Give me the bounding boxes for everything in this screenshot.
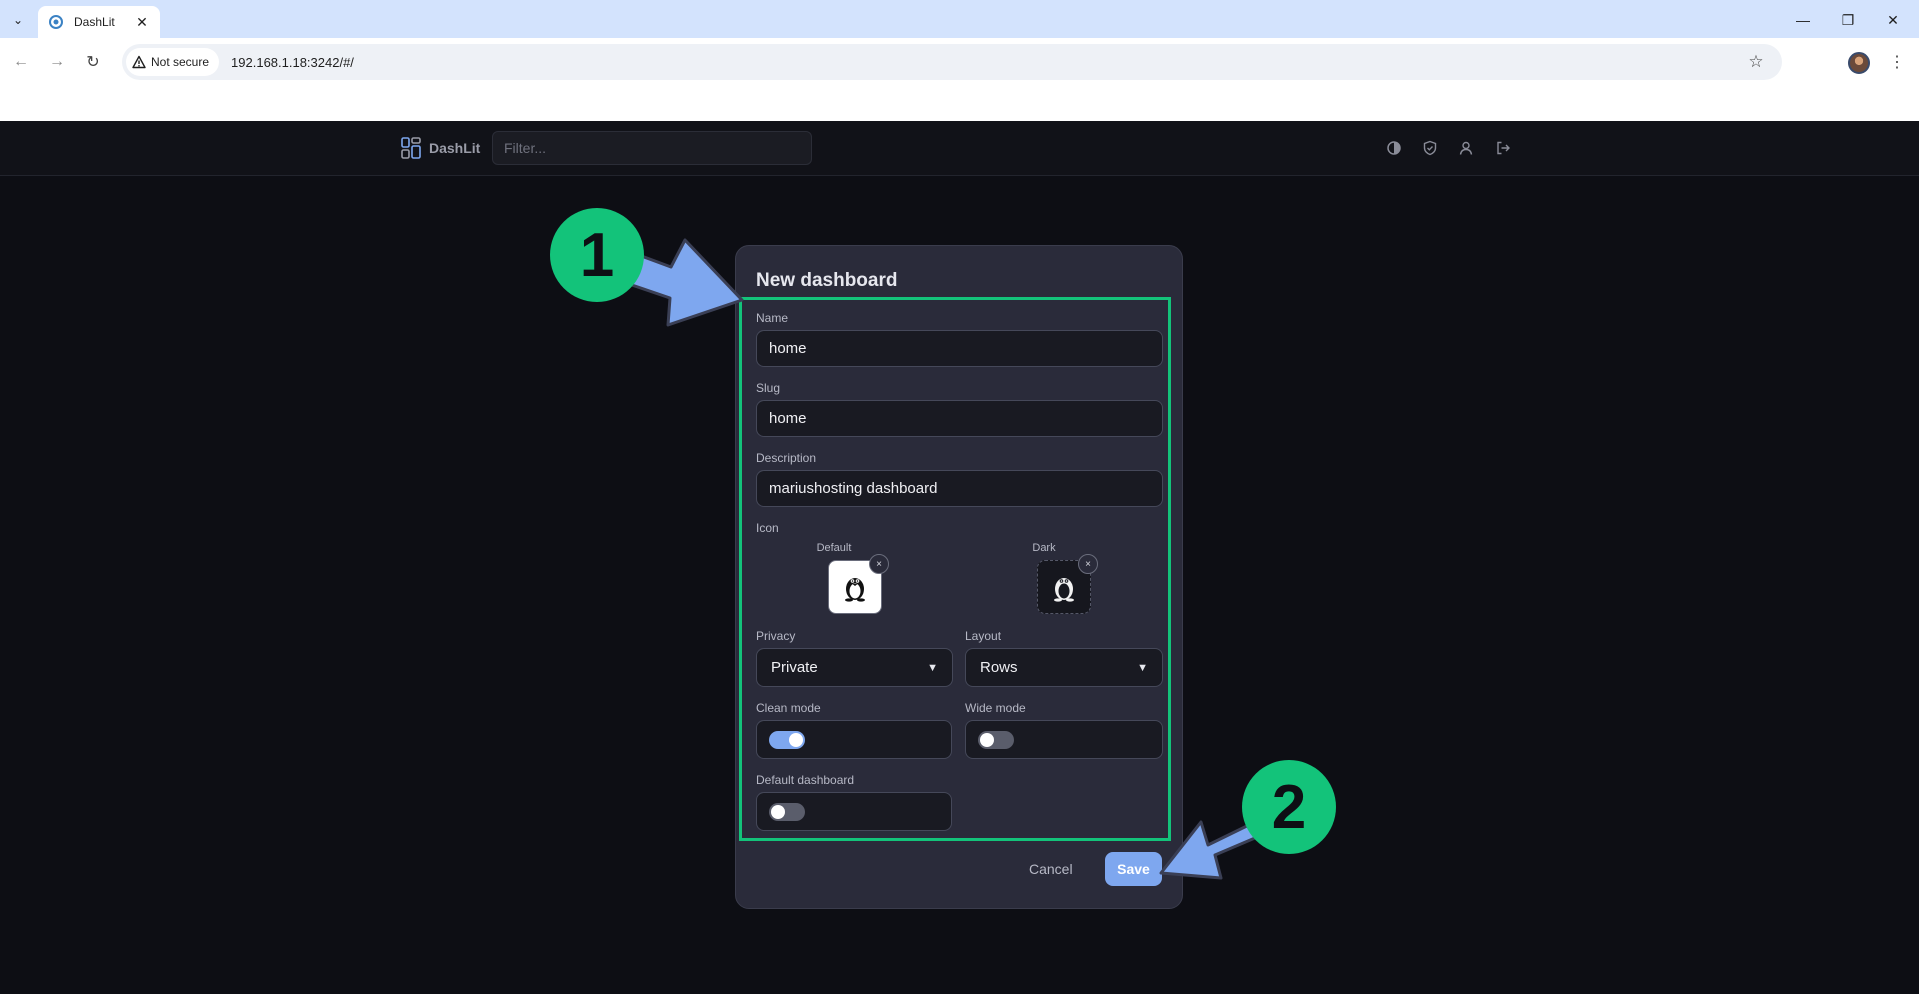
app-header: DashLit Filter... <box>0 121 1919 176</box>
filter-input[interactable]: Filter... <box>492 131 812 165</box>
step-2-badge: 2 <box>1242 760 1336 854</box>
warning-icon <box>132 55 146 69</box>
back-arrow-icon[interactable]: ← <box>9 50 33 74</box>
page-top-strip <box>0 86 1919 121</box>
browser-tab-bar: ⌄ DashLit ✕ — ❐ ✕ <box>0 0 1919 38</box>
minimize-icon[interactable]: — <box>1791 8 1815 32</box>
save-button[interactable]: Save <box>1105 852 1162 886</box>
url-text[interactable]: 192.168.1.18:3242/#/ <box>231 55 354 70</box>
tab-title: DashLit <box>74 15 115 29</box>
security-label: Not secure <box>151 55 210 69</box>
brand-name: DashLit <box>429 140 481 156</box>
brand[interactable]: DashLit <box>401 137 480 159</box>
reload-icon[interactable]: ↻ <box>81 50 105 74</box>
tab-close-icon[interactable]: ✕ <box>134 14 150 31</box>
security-chip[interactable]: Not secure <box>126 48 220 76</box>
theme-toggle-icon[interactable] <box>1384 138 1404 158</box>
close-window-icon[interactable]: ✕ <box>1881 8 1905 32</box>
step-1-badge: 1 <box>550 208 644 302</box>
logout-icon[interactable] <box>1493 138 1513 158</box>
dashlit-logo-icon <box>401 137 421 159</box>
form-highlight-box <box>739 297 1171 841</box>
bookmark-star-icon[interactable]: ☆ <box>1746 52 1766 72</box>
cancel-button[interactable]: Cancel <box>1029 861 1073 877</box>
restore-icon[interactable]: ❐ <box>1836 8 1860 32</box>
address-bar[interactable]: Not secure 192.168.1.18:3242/#/ ☆ <box>122 44 1782 80</box>
browser-toolbar: ← → ↻ Not secure 192.168.1.18:3242/#/ ☆ <box>0 38 1919 86</box>
browser-tab-dashlit[interactable]: DashLit ✕ <box>38 6 160 38</box>
user-icon[interactable] <box>1456 138 1476 158</box>
shield-check-icon[interactable] <box>1420 138 1440 158</box>
dashlit-favicon-icon <box>49 15 63 29</box>
browser-menu-icon[interactable]: ⋮ <box>1886 50 1908 74</box>
tab-search-chevron-icon[interactable]: ⌄ <box>6 8 30 32</box>
modal-title: New dashboard <box>756 270 898 291</box>
profile-avatar[interactable] <box>1848 52 1870 74</box>
forward-arrow-icon[interactable]: → <box>45 50 69 74</box>
